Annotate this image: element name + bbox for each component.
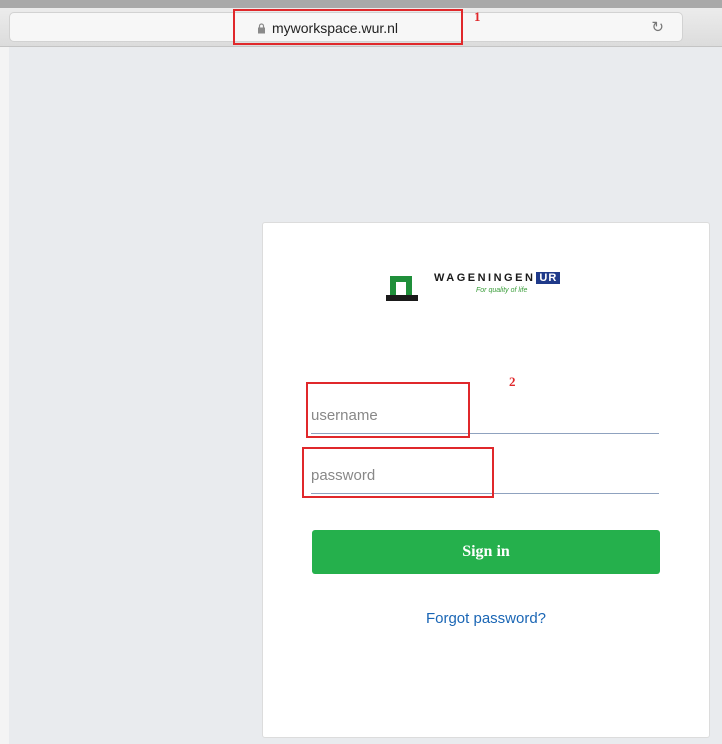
window-top-strip (0, 0, 722, 8)
logo-wordmark: WAGENINGEN UR (434, 272, 561, 284)
wageningen-logo-mark (386, 276, 418, 301)
sign-in-button[interactable]: Sign in (312, 530, 660, 574)
annotation-number-2: 2 (509, 374, 516, 389)
page-left-edge (0, 47, 9, 744)
logo-tagline: For quality of life (476, 287, 528, 294)
forgot-password-link[interactable]: Forgot password? (263, 610, 709, 627)
annotation-box-username (306, 382, 470, 438)
annotation-box-password (302, 447, 494, 498)
reload-icon[interactable]: ↻ (651, 18, 664, 36)
annotation-number-1: 1 (474, 9, 481, 24)
annotation-box-url (233, 9, 463, 45)
wageningen-logo: WAGENINGEN UR For quality of life (386, 268, 586, 308)
logo-ur-badge: UR (536, 272, 561, 284)
